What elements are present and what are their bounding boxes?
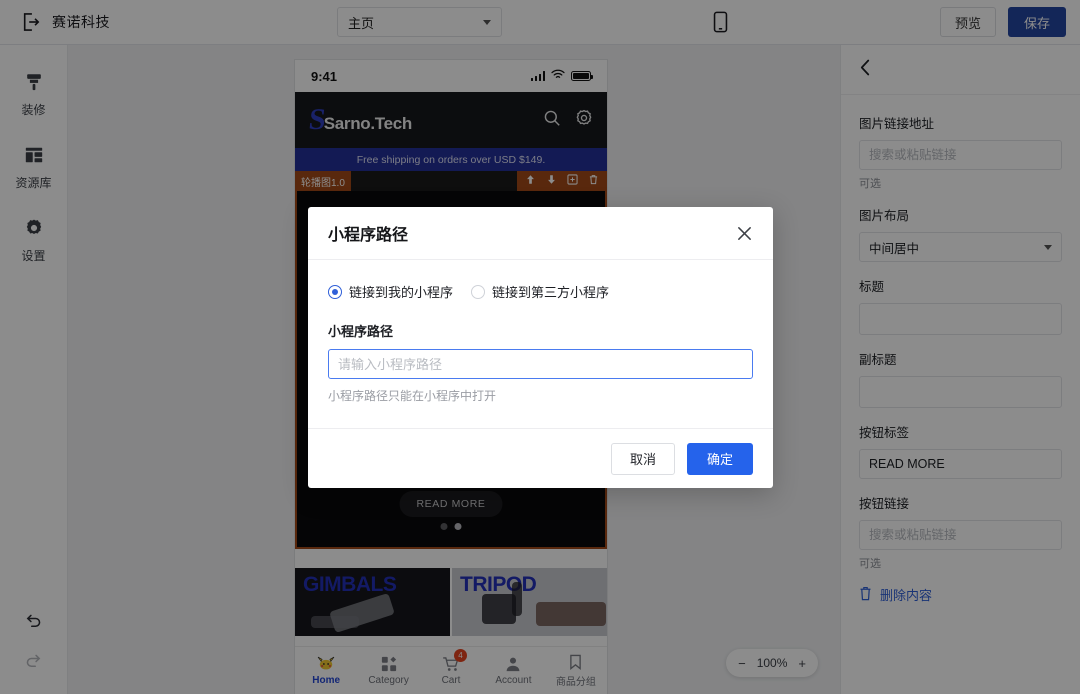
radio-label: 链接到第三方小程序 <box>492 285 610 300</box>
radio-dot-icon <box>471 284 486 299</box>
close-icon[interactable] <box>736 225 753 242</box>
radio-dot-selected-icon <box>328 284 342 299</box>
mini-program-path-dialog: 小程序路径 链接到我的小程序 链接到第三方小程序 小程序路径 小程序路径只能在小… <box>308 207 773 488</box>
modal-header: 小程序路径 <box>308 207 773 260</box>
mini-program-path-input[interactable] <box>328 349 753 379</box>
confirm-button[interactable]: 确定 <box>686 442 753 475</box>
radio-link-my-mini-program[interactable]: 链接到我的小程序 <box>328 282 453 301</box>
mini-program-path-label: 小程序路径 <box>328 324 394 339</box>
radio-link-third-party-mini-program[interactable]: 链接到第三方小程序 <box>471 282 609 301</box>
cancel-button[interactable]: 取消 <box>610 442 675 475</box>
mini-program-path-hint: 小程序路径只能在小程序中打开 <box>328 389 497 403</box>
modal-footer: 取消 确定 <box>308 428 773 488</box>
modal-body: 链接到我的小程序 链接到第三方小程序 小程序路径 小程序路径只能在小程序中打开 <box>308 260 773 428</box>
radio-label: 链接到我的小程序 <box>349 285 454 300</box>
app-root: 赛诺科技 主页 预览 保存 装修 资源库 设置 9:41 S Sarno.Tec… <box>0 0 1080 694</box>
modal-title: 小程序路径 <box>328 227 409 244</box>
link-target-radio-group: 链接到我的小程序 链接到第三方小程序 <box>328 282 753 301</box>
